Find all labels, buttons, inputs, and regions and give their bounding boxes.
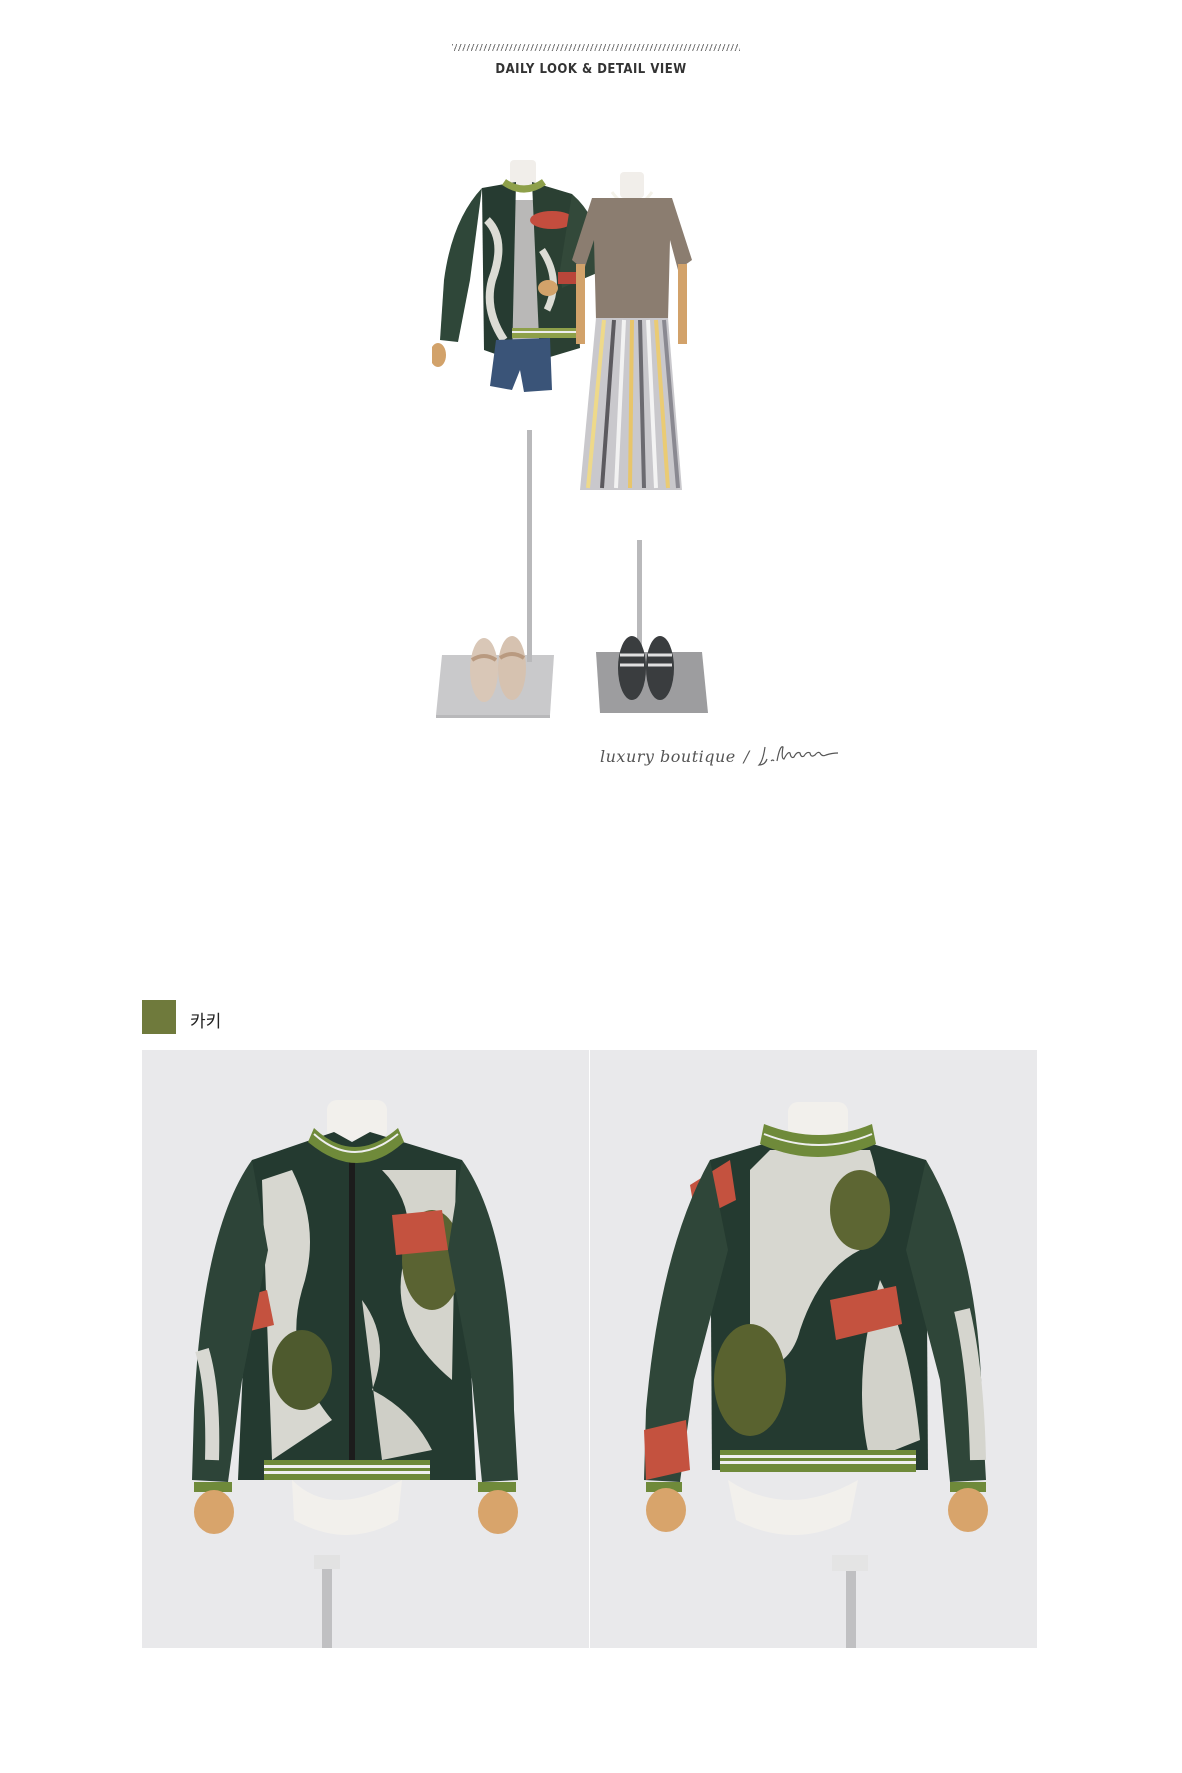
- section-title: DAILY LOOK & DETAIL VIEW: [495, 62, 687, 77]
- decorative-hatch-line: [452, 44, 740, 51]
- mannequin-photo: [430, 160, 762, 720]
- brand-separator: /: [743, 746, 750, 766]
- brand-caption: luxury boutique /: [600, 744, 849, 768]
- color-name: 카키: [190, 1012, 222, 1032]
- product-photo-front: [142, 1050, 589, 1648]
- brand-tagline: luxury boutique: [600, 746, 736, 766]
- color-swatch-khaki: [142, 1000, 176, 1034]
- brand-signature-logo: [757, 746, 839, 766]
- product-photo-back: [590, 1050, 1037, 1648]
